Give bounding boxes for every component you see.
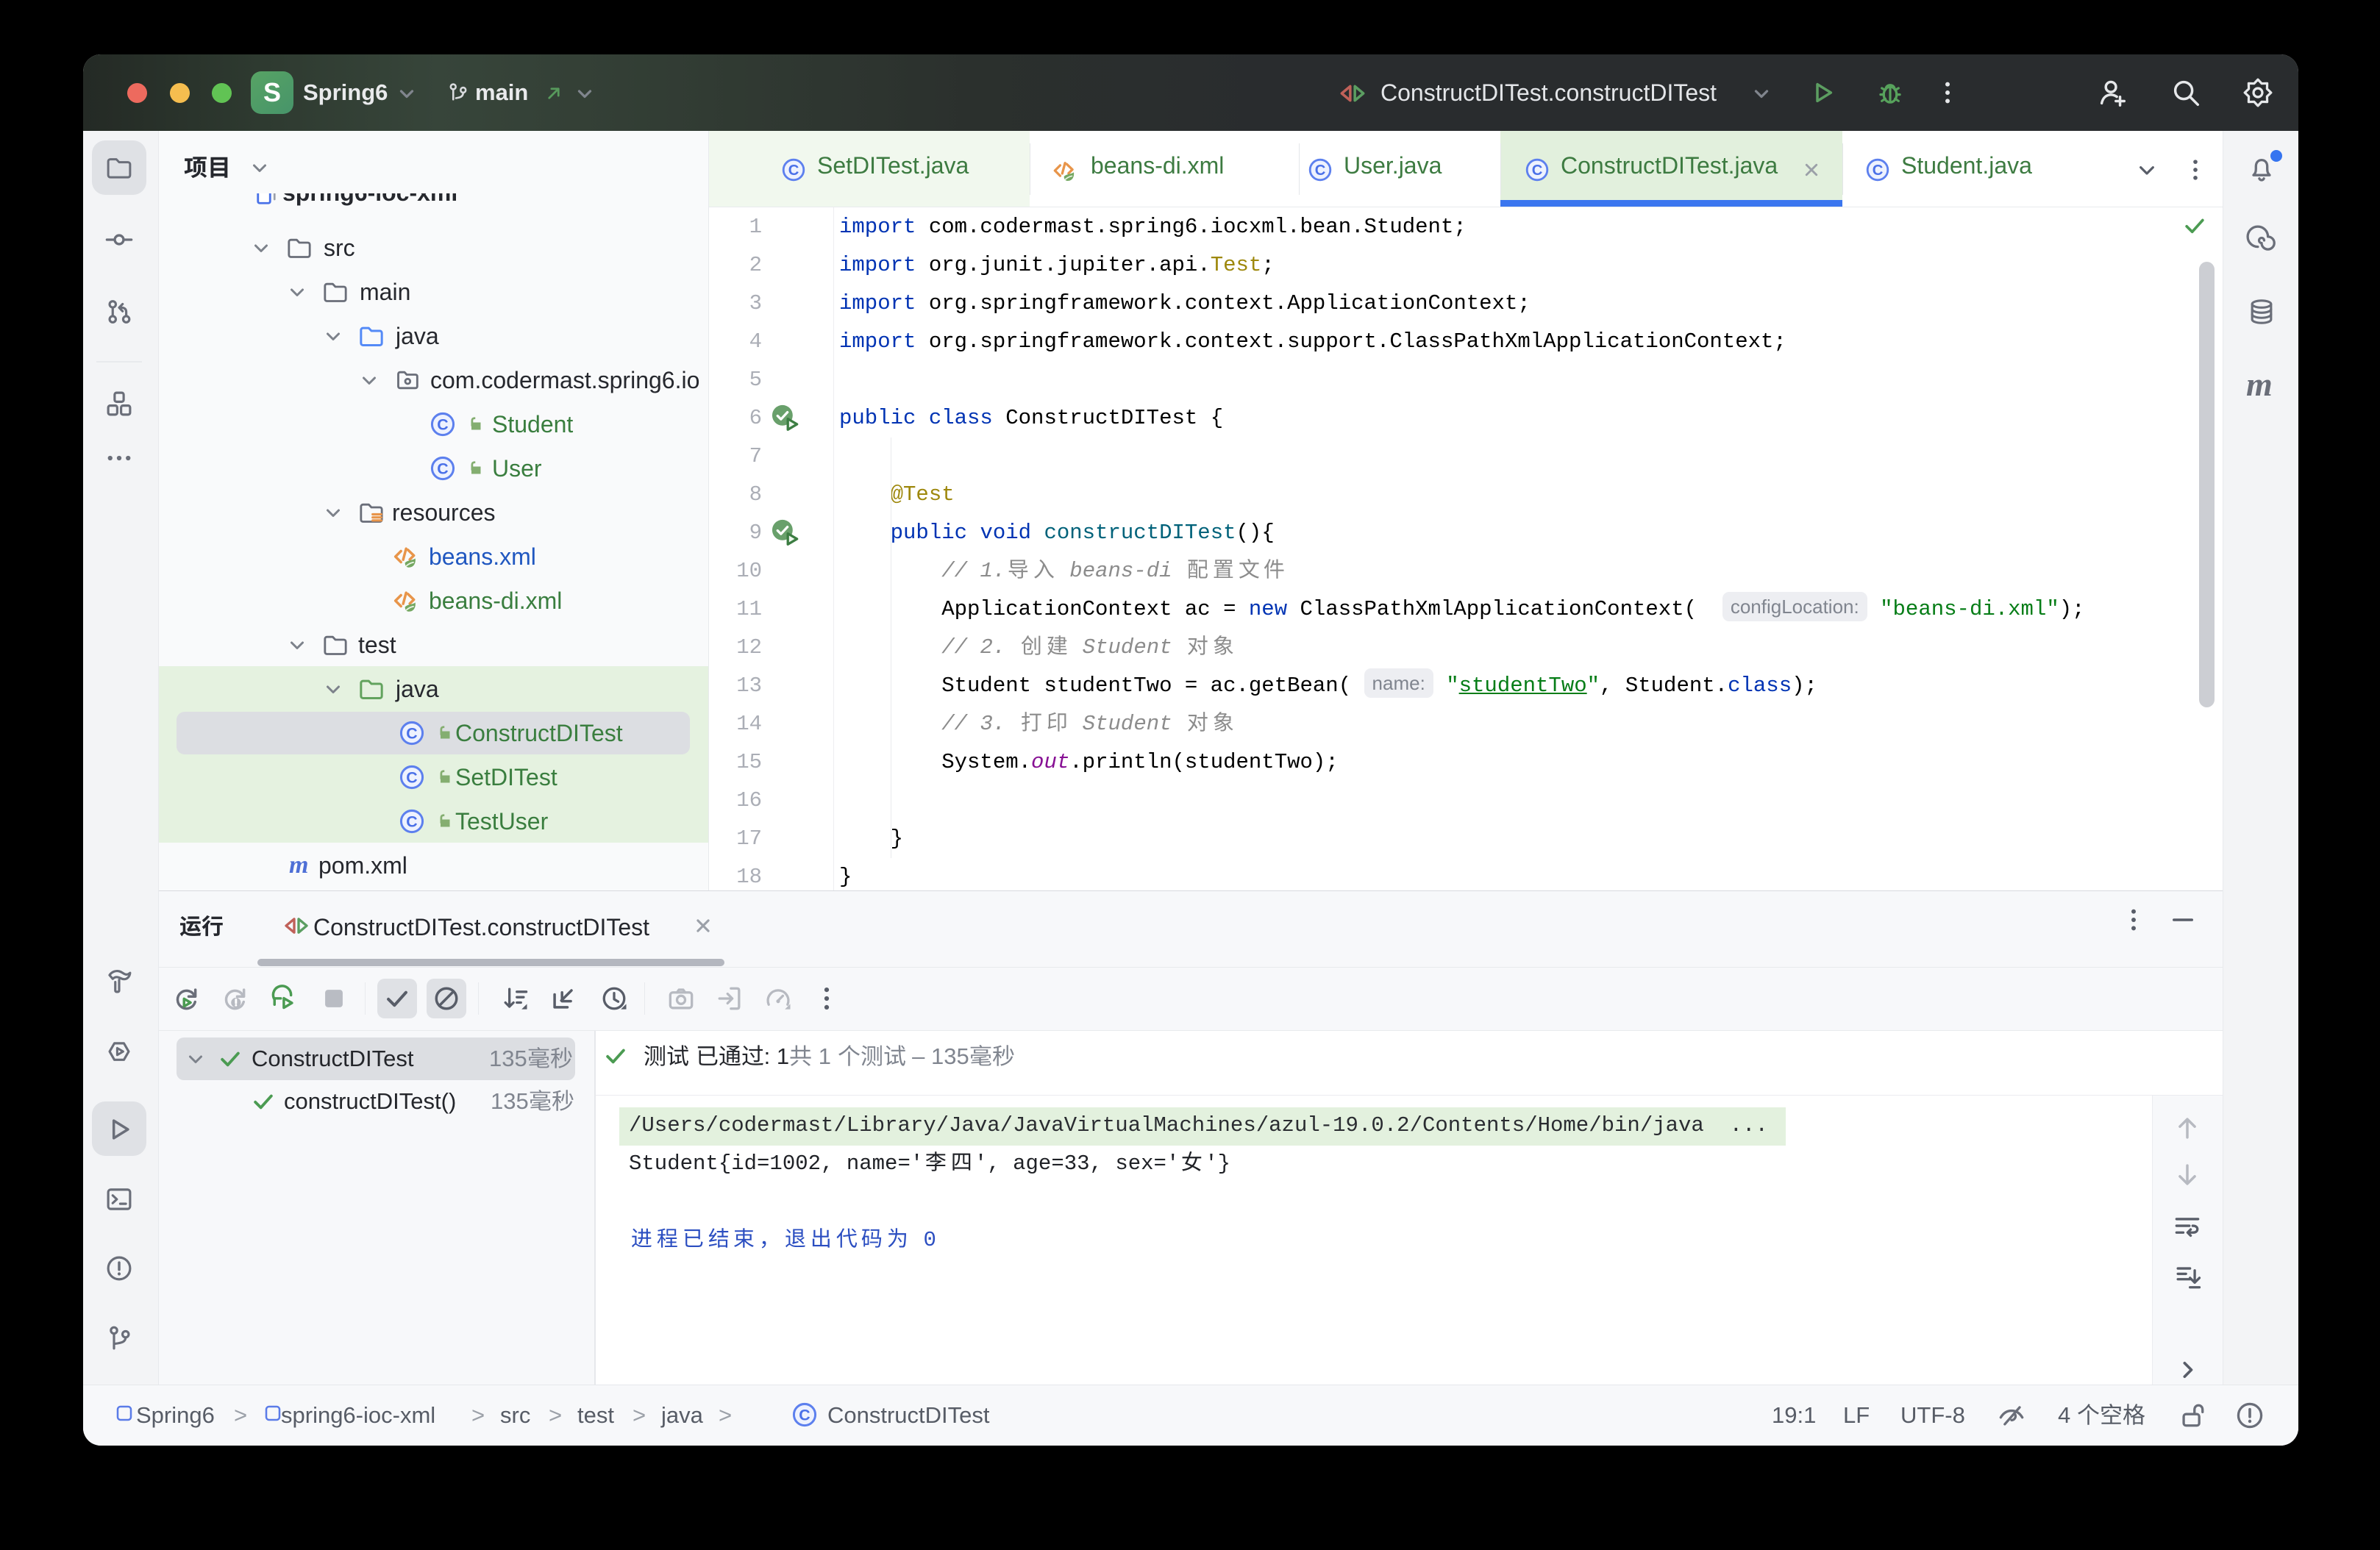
svg-text:C: C [788,162,799,179]
svg-text:C: C [406,768,417,786]
svg-text:C: C [1873,162,1884,179]
svg-text:C: C [437,415,448,433]
svg-text:C: C [406,724,417,742]
svg-text:C: C [406,813,417,830]
svg-text:C: C [1315,162,1326,179]
svg-text:C: C [1532,162,1543,179]
svg-text:C: C [799,1406,810,1424]
svg-text:C: C [437,460,448,477]
